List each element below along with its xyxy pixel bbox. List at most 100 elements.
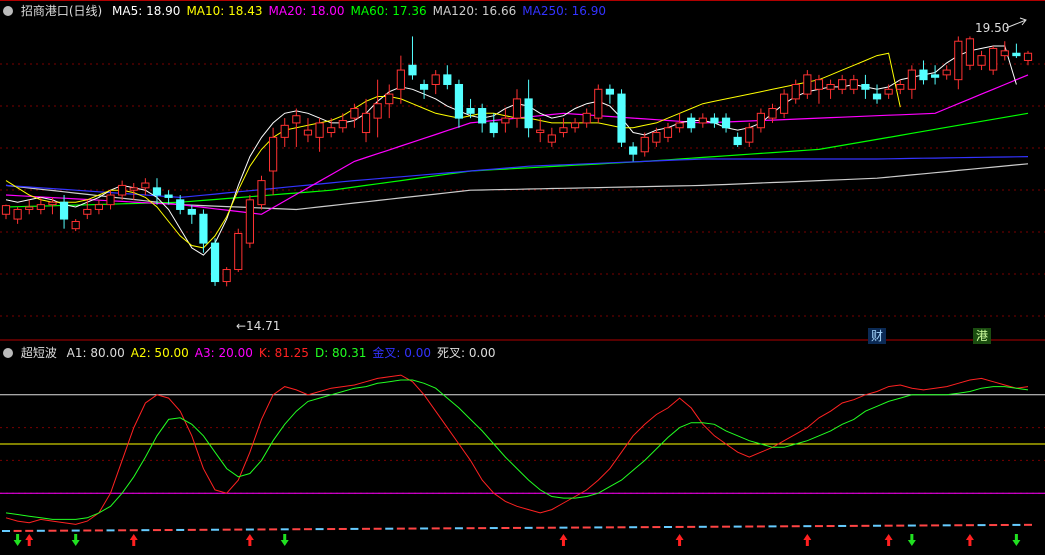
candle-body: [803, 74, 812, 95]
buy-arrow-icon: [675, 534, 684, 546]
candle: [687, 113, 696, 133]
candle-body: [570, 122, 580, 129]
candle-body: [826, 83, 835, 90]
candle-body: [768, 108, 777, 119]
candle: [443, 65, 452, 90]
candle-body: [489, 122, 498, 134]
candle-body: [814, 79, 824, 90]
candle: [280, 118, 289, 147]
candle: [756, 108, 765, 133]
candle-body: [94, 204, 104, 210]
candle: [559, 118, 568, 138]
candle: [954, 36, 963, 90]
candle-body: [965, 38, 975, 66]
candle: [269, 127, 278, 196]
candle-body: [640, 136, 649, 153]
candle-body: [629, 146, 638, 155]
candle-body: [872, 93, 882, 100]
candle: [59, 195, 69, 229]
d-line: [5, 379, 1029, 520]
candle: [222, 267, 231, 287]
candle-body: [675, 122, 684, 129]
event-tag-finance[interactable]: 财: [868, 328, 887, 344]
candle-body: [454, 83, 464, 119]
candle-body: [849, 79, 858, 90]
candle-body: [605, 88, 615, 95]
candle-body: [257, 180, 266, 206]
candle: [838, 74, 847, 95]
candle-body: [930, 74, 940, 78]
candle-body: [234, 232, 243, 271]
candle-body: [164, 194, 173, 198]
candle: [257, 175, 266, 210]
candle: [94, 199, 104, 215]
candle: [884, 84, 893, 99]
event-tag-port[interactable]: 港: [973, 328, 992, 344]
candle-body: [71, 220, 80, 230]
candle-body: [245, 199, 254, 244]
candle-body: [756, 112, 765, 129]
high-price-label: 19.50: [975, 21, 1009, 35]
candle-body: [408, 64, 417, 76]
buy-arrow-icon: [803, 534, 812, 546]
candle: [791, 79, 800, 104]
candle: [977, 50, 986, 71]
candle-body: [315, 122, 324, 138]
candle: [71, 219, 80, 232]
candle-body: [396, 69, 405, 90]
candle-body: [989, 47, 998, 71]
candle: [594, 84, 603, 123]
buy-arrow-icon: [559, 534, 568, 546]
candle-body: [269, 136, 278, 172]
sell-arrow-icon: [907, 534, 916, 546]
candle: [176, 195, 185, 215]
candle-body: [1023, 52, 1033, 61]
candle: [478, 103, 487, 133]
candle-body: [431, 74, 440, 85]
candle: [536, 118, 545, 143]
candle-body: [501, 117, 510, 124]
candle-body: [59, 201, 69, 220]
buy-arrow-icon: [884, 534, 893, 546]
candle: [187, 204, 196, 224]
candle-body: [547, 134, 556, 143]
candle: [408, 36, 417, 80]
candle-body: [176, 199, 185, 210]
candle: [942, 65, 951, 80]
candle-body: [896, 83, 905, 90]
candle-body: [83, 208, 92, 215]
candle: [385, 84, 394, 119]
candle-body: [861, 83, 870, 90]
candle-body: [36, 204, 45, 210]
candle: [617, 89, 626, 147]
candle-body: [13, 208, 22, 220]
ma5-line: [5, 45, 1017, 256]
kline-chart[interactable]: 19.50 ←14.71: [0, 0, 1045, 555]
candle: [210, 238, 220, 286]
candle: [1000, 41, 1009, 61]
candle: [605, 84, 615, 104]
candle: [733, 132, 742, 147]
candle-body: [524, 98, 533, 129]
sell-arrow-icon: [1012, 534, 1021, 546]
candle-body: [733, 136, 742, 146]
candle: [675, 113, 684, 133]
candle: [1, 204, 11, 220]
candle-body: [48, 201, 57, 206]
candle: [245, 195, 254, 248]
candle: [652, 127, 661, 147]
candle-body: [419, 83, 429, 90]
candle: [710, 113, 719, 128]
candle-body: [210, 242, 220, 283]
candle-body: [141, 182, 150, 189]
candle-body: [954, 40, 963, 81]
candle: [826, 79, 835, 99]
candle: [419, 79, 429, 99]
candle: [199, 209, 208, 253]
candle-body: [710, 117, 719, 124]
candle-body: [373, 103, 382, 119]
candle: [570, 118, 580, 133]
candle: [629, 142, 638, 162]
candle: [234, 228, 243, 272]
buy-arrow-icon: [25, 534, 34, 546]
